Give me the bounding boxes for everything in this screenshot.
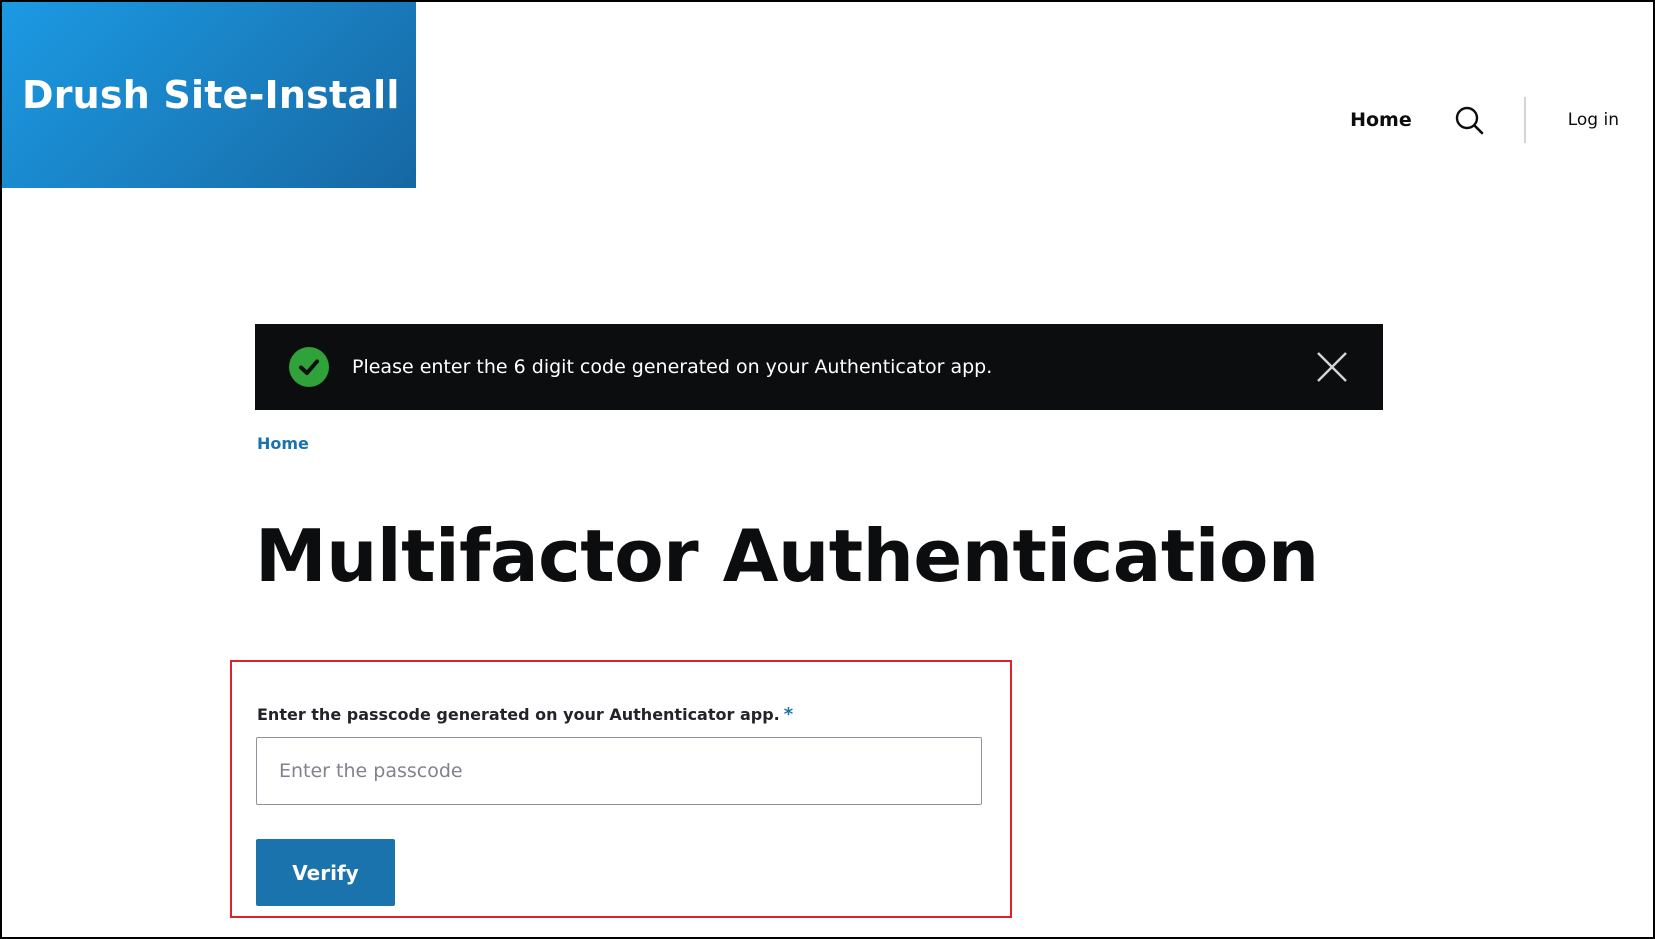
- site-branding: Drush Site-Install: [2, 2, 416, 188]
- message-close-button[interactable]: [1313, 348, 1351, 386]
- passcode-input[interactable]: [256, 737, 982, 805]
- close-icon: [1317, 352, 1347, 382]
- status-message-text: Please enter the 6 digit code generated …: [352, 356, 993, 378]
- search-button[interactable]: [1452, 103, 1486, 137]
- check-circle-icon: [289, 347, 329, 387]
- page-title: Multifactor Authentication: [255, 514, 1319, 598]
- breadcrumb-home-link[interactable]: Home: [257, 434, 309, 453]
- browser-viewport: Drush Site-Install Home Log in Please en…: [0, 0, 1655, 939]
- nav-home-link[interactable]: Home: [1350, 109, 1412, 131]
- verify-button[interactable]: Verify: [256, 839, 395, 906]
- nav-divider: [1523, 97, 1526, 143]
- status-message: Please enter the 6 digit code generated …: [255, 324, 1383, 410]
- search-icon: [1455, 106, 1484, 135]
- site-name-link[interactable]: Drush Site-Install: [22, 73, 400, 117]
- login-link[interactable]: Log in: [1568, 110, 1619, 130]
- passcode-label-text: Enter the passcode generated on your Aut…: [257, 705, 780, 724]
- required-marker: *: [783, 704, 794, 725]
- main-navigation: Home Log in: [1350, 94, 1653, 146]
- passcode-label: Enter the passcode generated on your Aut…: [257, 704, 793, 725]
